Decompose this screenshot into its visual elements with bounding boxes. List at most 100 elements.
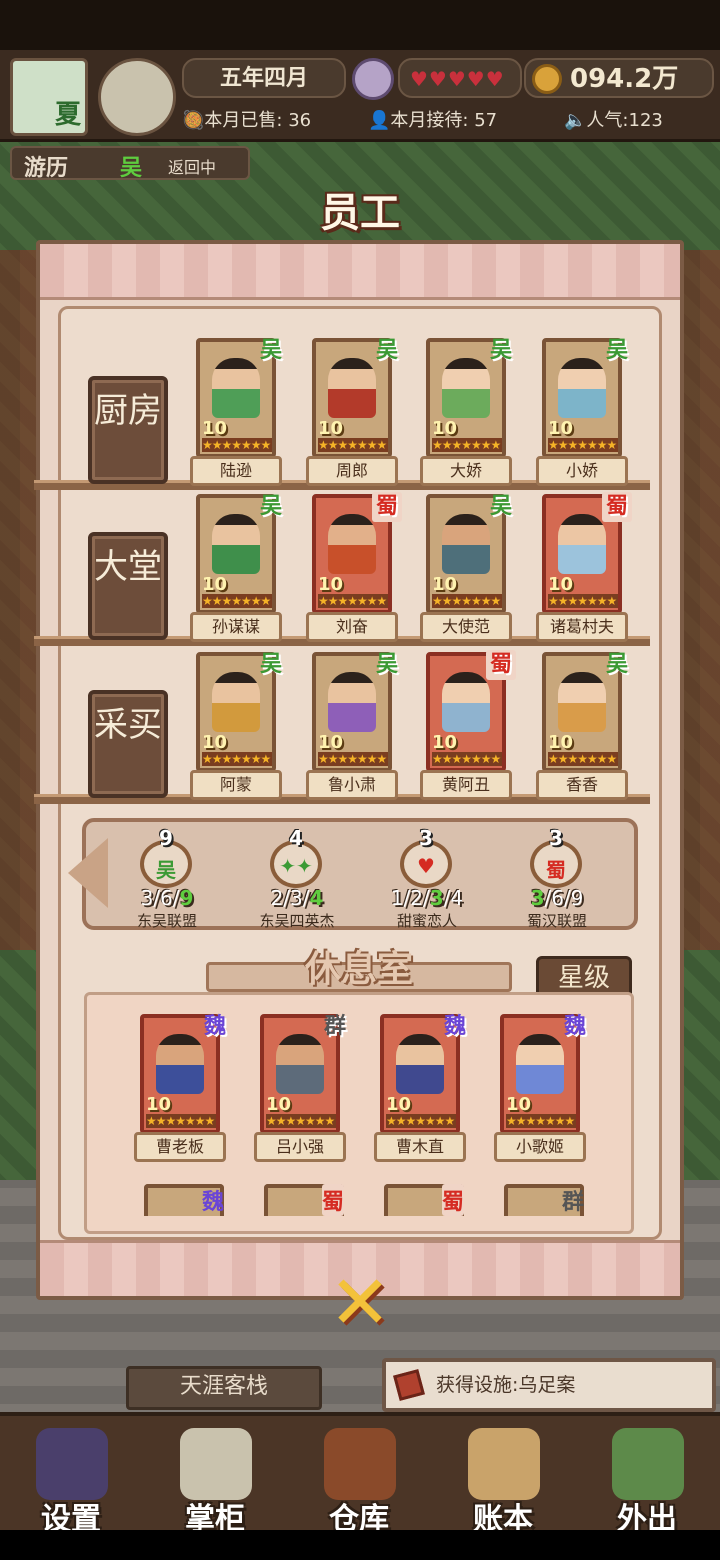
faction-badge: 吴 <box>375 652 398 677</box>
staff-card[interactable]: 10 ★★★★★★★ 吴小娇 <box>536 338 628 488</box>
rest-staff-card-partial[interactable]: 魏 <box>144 1184 224 1216</box>
faction-badge: 蜀 <box>441 1184 464 1216</box>
character-portrait <box>328 358 376 418</box>
character-portrait <box>156 1034 204 1094</box>
scroll-icon <box>393 1369 425 1401</box>
level-label: 10 <box>318 574 344 595</box>
staff-name: 香香 <box>536 770 628 800</box>
staff-name: 刘奋 <box>306 612 398 642</box>
star-rating: ★★★★★★★ <box>318 752 388 766</box>
star-rating: ★★★★★★★ <box>266 1114 336 1128</box>
level-label: 10 <box>386 1094 412 1115</box>
staff-card[interactable]: 10 ★★★★★★★ 吴鲁小肃 <box>306 652 398 802</box>
staff-card[interactable]: 10 ★★★★★★★ 蜀刘奋 <box>306 492 402 644</box>
faction-badge: 魏 <box>563 1014 586 1039</box>
rest-staff-card-partial[interactable]: 群 <box>504 1184 584 1216</box>
character-portrait <box>396 1034 444 1094</box>
rest-staff-card[interactable]: 10 ★★★★★★★ 群吕小强 <box>254 1014 346 1164</box>
character-portrait <box>328 672 376 732</box>
travel-state: 返回中 <box>168 158 217 177</box>
faction-badge: 蜀 <box>486 650 516 680</box>
star-rating: ★★★★★★★ <box>386 1114 456 1128</box>
close-icon[interactable]: ✕ <box>320 1266 400 1340</box>
staff-name: 陆逊 <box>190 456 282 486</box>
rest-staff-card[interactable]: 10 ★★★★★★★ 魏小歌姬 <box>494 1014 586 1164</box>
bond-progress: 3/6/9 <box>140 886 194 910</box>
level-label: 10 <box>432 732 458 753</box>
faction-badge: 吴 <box>375 338 398 363</box>
staff-card[interactable]: 10 ★★★★★★★ 吴阿蒙 <box>190 652 282 802</box>
staff-name: 吕小强 <box>254 1132 346 1162</box>
nav-button[interactable]: 外出 <box>582 1416 712 1537</box>
star-rating: ★★★★★★★ <box>146 1114 216 1128</box>
character-portrait <box>516 1034 564 1094</box>
money-value: 094.2万 <box>570 64 679 94</box>
star-rating: ★★★★★★★ <box>506 1114 576 1128</box>
bond-label: 甜蜜恋人 <box>396 912 457 930</box>
nav-button[interactable]: 账本 <box>438 1416 568 1537</box>
staff-card[interactable]: 10 ★★★★★★★ 吴孙谋谋 <box>190 494 282 644</box>
star-rating: ★★★★★★★ <box>432 438 502 452</box>
level-label: 10 <box>202 574 228 595</box>
bond-label: 东吴四英杰 <box>259 912 335 930</box>
character-portrait <box>212 358 260 418</box>
warehouse-icon <box>324 1428 396 1500</box>
star-rating: ★★★★★★★ <box>318 594 388 608</box>
staff-card[interactable]: 10 ★★★★★★★ 吴大使范 <box>420 494 512 644</box>
travel-label: 游历 <box>24 156 69 181</box>
staff-card[interactable]: 10 ★★★★★★★ 蜀诸葛村夫 <box>536 492 632 644</box>
level-label: 10 <box>202 418 228 439</box>
department-label: 采买 <box>88 690 168 798</box>
nav-button[interactable]: 仓库 <box>294 1416 424 1537</box>
level-label: 10 <box>506 1094 532 1115</box>
level-label: 10 <box>548 574 574 595</box>
rest-staff-card[interactable]: 10 ★★★★★★★ 魏曹木直 <box>374 1014 466 1164</box>
nav-button[interactable]: 掌柜 <box>150 1416 280 1537</box>
star-rating: ★★★★★★★ <box>318 438 388 452</box>
staff-card[interactable]: 10 ★★★★★★★ 蜀黄阿丑 <box>420 650 516 802</box>
faction-badge: 吴 <box>489 338 512 363</box>
faction-badge: 群 <box>561 1190 584 1215</box>
rest-room-title: 休息室 <box>304 949 413 990</box>
character-portrait <box>558 514 606 574</box>
sold-stat: 🥘本月已售: 36 <box>182 110 312 131</box>
staff-name: 鲁小肃 <box>306 770 398 800</box>
bond-item[interactable]: 3 ♥ 1/2/3/4 甜蜜恋人 <box>362 822 492 930</box>
faction-badge: 魏 <box>203 1014 226 1039</box>
level-label: 10 <box>548 418 574 439</box>
manager-avatar[interactable] <box>352 58 394 100</box>
bond-item[interactable]: 9 吴 3/6/9 东吴联盟 <box>102 822 232 930</box>
staff-card[interactable]: 10 ★★★★★★★ 吴香香 <box>536 652 628 802</box>
bond-item[interactable]: 4 ✦✦ 2/3/4 东吴四英杰 <box>232 822 362 930</box>
character-portrait <box>276 1034 324 1094</box>
department-label: 大堂 <box>88 532 168 640</box>
staff-card[interactable]: 10 ★★★★★★★ 吴周郎 <box>306 338 398 488</box>
charm-icon[interactable] <box>98 58 176 136</box>
level-label: 10 <box>318 732 344 753</box>
character-portrait <box>442 672 490 732</box>
staff-name: 阿蒙 <box>190 770 282 800</box>
staff-name: 孙谋谋 <box>190 612 282 642</box>
rest-staff-card-partial[interactable]: 蜀 <box>264 1184 344 1216</box>
served-stat: 👤本月接待: 57 <box>368 110 498 131</box>
staff-name: 小歌姬 <box>494 1132 586 1162</box>
faction-badge: 吴 <box>489 494 512 519</box>
travel-faction: 吴 <box>120 156 143 181</box>
facility-toast: 获得设施:乌足案 <box>382 1358 716 1412</box>
bond-panel: 9 吴 3/6/9 东吴联盟 4 ✦✦ 2/3/4 东吴四英杰 3 ♥ 1/2/3/4 甜蜜恋人 3 蜀 3… <box>82 818 638 930</box>
bond-item[interactable]: 3 蜀 3/6/9 蜀汉联盟 <box>492 822 622 930</box>
staff-card[interactable]: 10 ★★★★★★★ 吴大娇 <box>420 338 512 488</box>
star-rating: ★★★★★★★ <box>548 594 618 608</box>
staff-card[interactable]: 10 ★★★★★★★ 吴陆逊 <box>190 338 282 488</box>
season-badge[interactable]: 夏 <box>10 58 88 136</box>
bond-medal-icon: 3蜀 <box>530 826 582 888</box>
rest-staff-card[interactable]: 10 ★★★★★★★ 魏曹老板 <box>134 1014 226 1164</box>
season-label: 夏 <box>54 100 81 130</box>
travel-status[interactable]: 游历 吴 返回中 <box>10 146 250 181</box>
faction-badge: 吴 <box>259 494 282 519</box>
go-out-icon <box>612 1428 684 1500</box>
nav-button[interactable]: 设置 <box>6 1416 136 1537</box>
faction-badge: 蜀 <box>602 492 632 522</box>
rest-staff-card-partial[interactable]: 蜀 <box>384 1184 464 1216</box>
faction-badge: 魏 <box>443 1014 466 1039</box>
